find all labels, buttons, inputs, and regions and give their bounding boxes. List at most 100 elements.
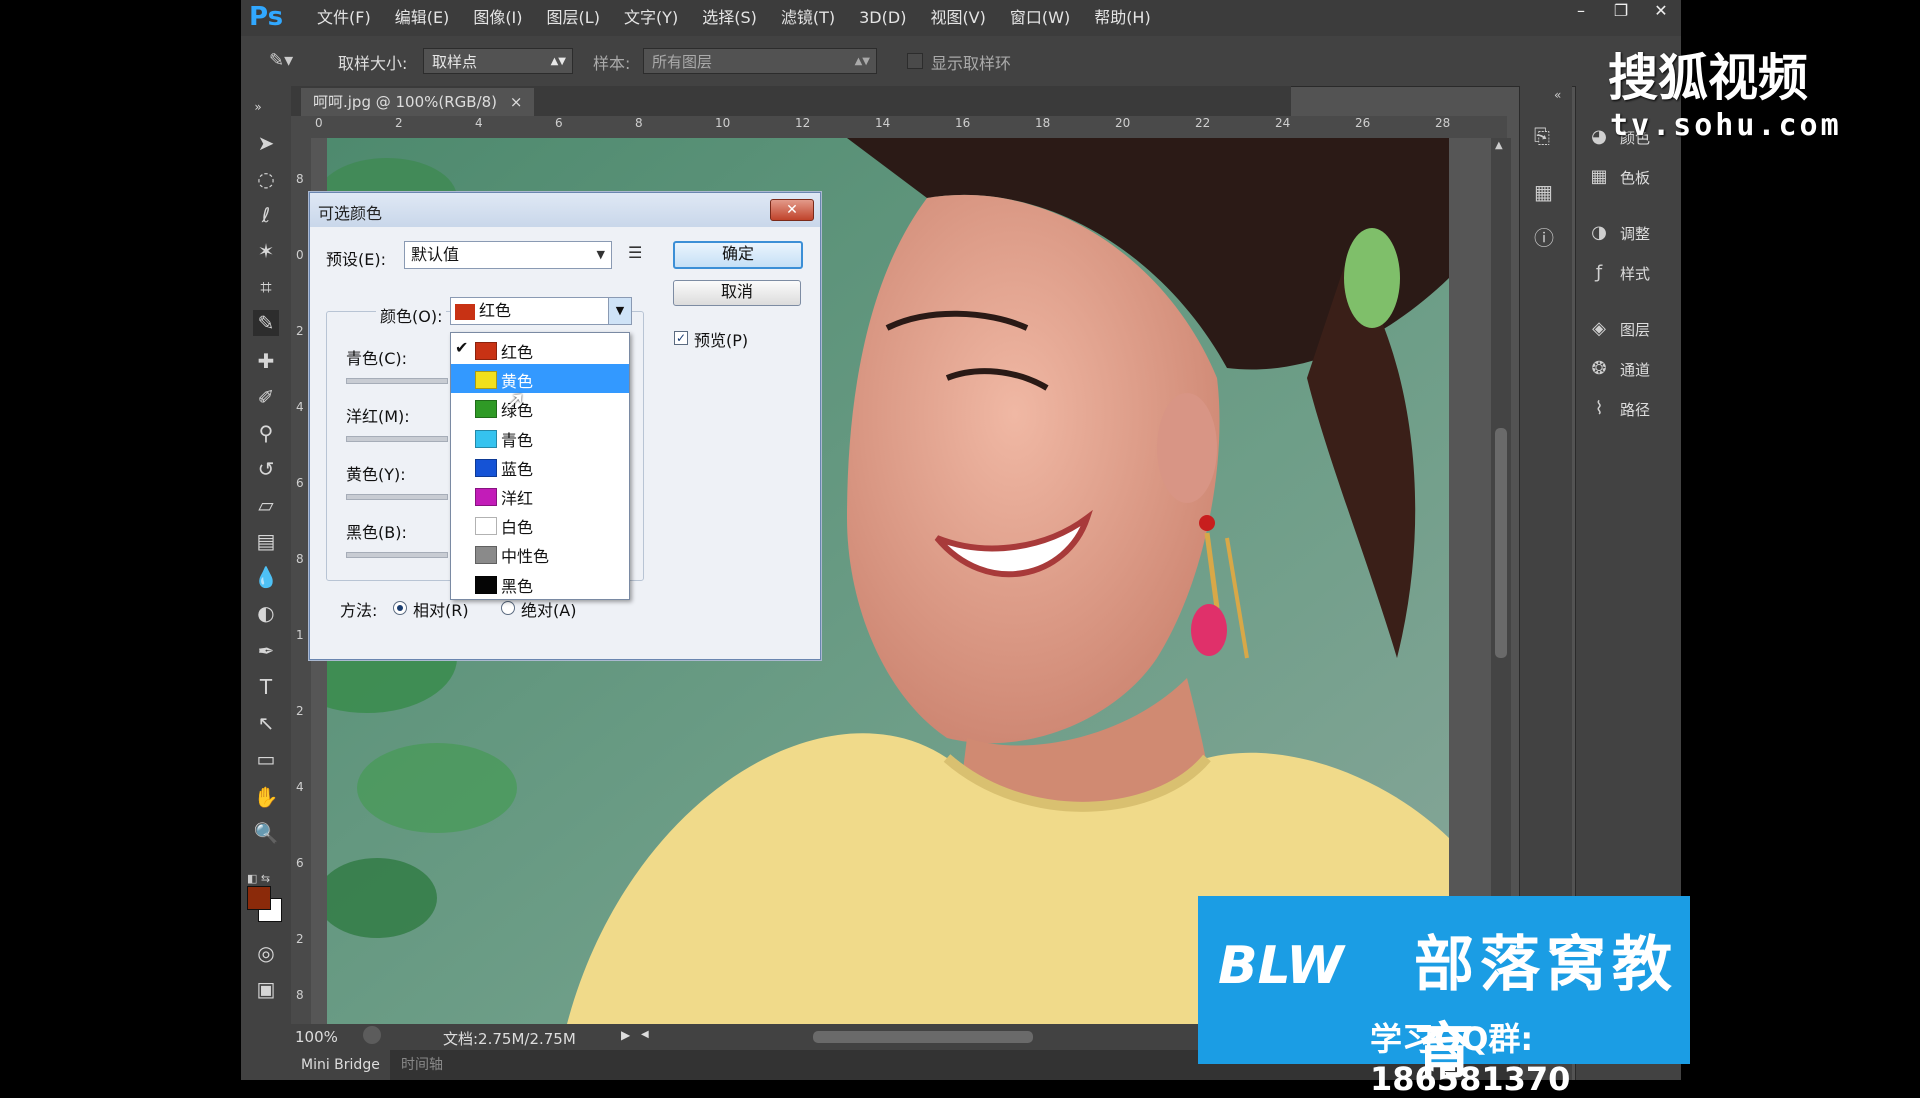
menu-select[interactable]: 选择(S)	[690, 7, 769, 29]
gradient-tool-icon[interactable]: ▤	[253, 528, 279, 554]
yellow-slider[interactable]	[346, 494, 448, 500]
menu-view[interactable]: 视图(V)	[918, 7, 997, 29]
panel-swatches[interactable]: ▦ 色板	[1588, 162, 1650, 192]
dialog-title-bar[interactable]: 可选颜色 ✕	[310, 193, 820, 227]
menu-list: 文件(F) 编辑(E) 图像(I) 图层(L) 文字(Y) 选择(S) 滤镜(T…	[305, 7, 1163, 29]
colors-dropdown-item[interactable]: 中性色	[451, 539, 629, 568]
foreground-color-swatch[interactable]	[247, 886, 271, 910]
paths-icon: ⌇	[1594, 398, 1604, 419]
colors-dropdown-item[interactable]: 绿色	[451, 393, 629, 422]
black-slider[interactable]	[346, 552, 448, 558]
panel-layers[interactable]: ◈ 图层	[1588, 314, 1650, 344]
move-tool-icon[interactable]: ➤	[253, 130, 279, 156]
magic-wand-tool-icon[interactable]: ✶	[253, 238, 279, 264]
tab-timeline[interactable]: 时间轴	[401, 1050, 443, 1080]
dialog-title: 可选颜色	[318, 204, 383, 223]
default-colors-icon[interactable]: ◧ ⇆	[247, 872, 270, 885]
ruler-tick: 22	[1195, 116, 1211, 130]
menu-layer[interactable]: 图层(L)	[535, 7, 612, 29]
restore-button[interactable]: ❐	[1601, 0, 1641, 24]
panel-adjustments[interactable]: ◑ 调整	[1588, 218, 1650, 248]
dodge-tool-icon[interactable]: ◐	[253, 600, 279, 626]
ruler-tick: 10	[715, 116, 731, 130]
panel-paths[interactable]: ⌇ 路径	[1588, 394, 1650, 424]
colors-dropdown-item[interactable]: 黄色	[451, 364, 629, 394]
eraser-tool-icon[interactable]: ▱	[253, 492, 279, 518]
colors-dropdown-item[interactable]: ✔ 红色	[451, 335, 629, 364]
black-label: 黑色(B):	[346, 523, 407, 542]
vertical-scrollbar[interactable]: ▲	[1491, 138, 1511, 1024]
ok-button[interactable]: 确定	[673, 241, 803, 269]
type-tool-icon[interactable]: T	[253, 674, 279, 700]
cancel-button[interactable]: 取消	[673, 280, 801, 306]
scroll-left-icon[interactable]: ◀	[641, 1029, 649, 1040]
preset-options-icon[interactable]: ☰	[628, 243, 642, 262]
preview-checkbox[interactable]: ✓	[674, 331, 688, 345]
menu-file[interactable]: 文件(F)	[305, 7, 383, 29]
info-panel-icon[interactable]: ⓘ	[1534, 222, 1554, 251]
quick-mask-icon[interactable]: ◎	[253, 940, 279, 966]
document-tab[interactable]: 呵呵.jpg @ 100%(RGB/8) ×	[301, 88, 535, 116]
minimize-button[interactable]: –	[1561, 0, 1601, 24]
sample-select[interactable]: 所有图层 ▲▼	[643, 48, 877, 74]
collapse-dock-icon[interactable]: «	[1554, 88, 1561, 102]
method-label: 方法:	[340, 601, 378, 620]
tab-mini-bridge[interactable]: Mini Bridge	[291, 1050, 390, 1080]
window-controls: – ❐ ✕	[1561, 0, 1681, 24]
eyedropper-tool-icon[interactable]: ✎	[253, 310, 279, 336]
eyedropper-tool-preset-icon[interactable]: ✎▾	[269, 50, 293, 71]
menu-window[interactable]: 窗口(W)	[998, 7, 1082, 29]
crop-tool-icon[interactable]: ⌗	[253, 274, 279, 300]
lasso-tool-icon[interactable]: ℓ	[253, 202, 279, 228]
preset-select[interactable]: 默认值 ▼	[404, 241, 612, 269]
history-panel-icon[interactable]: ⎘	[1534, 124, 1550, 148]
dialog-close-button[interactable]: ✕	[770, 199, 814, 221]
colors-dropdown-item[interactable]: 青色	[451, 423, 629, 452]
properties-panel-icon[interactable]: ▦	[1534, 180, 1553, 204]
zoom-tool-icon[interactable]: 🔍	[253, 820, 279, 846]
collapse-icon[interactable]: »	[245, 94, 271, 120]
close-tab-icon[interactable]: ×	[510, 93, 523, 111]
menu-help[interactable]: 帮助(H)	[1082, 7, 1163, 29]
colors-dropdown-item[interactable]: 洋红	[451, 481, 629, 510]
layers-icon: ◈	[1592, 318, 1606, 339]
chevron-down-icon[interactable]: ▼	[608, 298, 631, 324]
magenta-slider[interactable]	[346, 436, 448, 442]
path-selection-tool-icon[interactable]: ↖	[253, 710, 279, 736]
menu-type[interactable]: 文字(Y)	[612, 7, 690, 29]
colors-dropdown-item[interactable]: 白色	[451, 510, 629, 539]
pen-tool-icon[interactable]: ✒	[253, 638, 279, 664]
relative-radio[interactable]	[393, 601, 407, 615]
color-swatch	[475, 371, 497, 390]
clone-stamp-tool-icon[interactable]: ⚲	[253, 420, 279, 446]
menu-edit[interactable]: 编辑(E)	[383, 7, 462, 29]
menu-image[interactable]: 图像(I)	[461, 7, 534, 29]
panel-styles[interactable]: ƒ 样式	[1588, 258, 1650, 288]
zoom-level[interactable]: 100%	[295, 1028, 338, 1046]
document-info: 文档:2.75M/2.75M	[443, 1030, 576, 1048]
show-ring-checkbox[interactable]	[907, 53, 923, 69]
colors-dropdown-item[interactable]: 黑色	[451, 569, 629, 598]
brush-tool-icon[interactable]: ✐	[253, 384, 279, 410]
status-menu-arrow-icon[interactable]: ▶	[621, 1028, 630, 1042]
healing-brush-tool-icon[interactable]: ✚	[253, 348, 279, 374]
menu-3d[interactable]: 3D(D)	[847, 7, 918, 29]
status-icon[interactable]	[363, 1026, 381, 1044]
shape-tool-icon[interactable]: ▭	[253, 746, 279, 772]
panel-channels[interactable]: ❂ 通道	[1588, 354, 1650, 384]
cyan-slider[interactable]	[346, 378, 448, 384]
colors-select[interactable]: 红色 ▼	[450, 297, 632, 325]
absolute-radio[interactable]	[501, 601, 515, 615]
blur-tool-icon[interactable]: 💧	[253, 564, 279, 590]
scroll-up-icon[interactable]: ▲	[1495, 140, 1503, 151]
scroll-thumb[interactable]	[1495, 428, 1507, 658]
sample-size-select[interactable]: 取样点 ▲▼	[423, 48, 573, 74]
menu-filter[interactable]: 滤镜(T)	[769, 7, 847, 29]
colors-dropdown-item[interactable]: 蓝色	[451, 452, 629, 481]
screen-mode-icon[interactable]: ▣	[253, 976, 279, 1002]
close-window-button[interactable]: ✕	[1641, 0, 1681, 24]
marquee-tool-icon[interactable]: ◌	[253, 166, 279, 192]
horizontal-scroll-thumb[interactable]	[813, 1031, 1033, 1043]
history-brush-tool-icon[interactable]: ↺	[253, 456, 279, 482]
hand-tool-icon[interactable]: ✋	[253, 784, 279, 810]
